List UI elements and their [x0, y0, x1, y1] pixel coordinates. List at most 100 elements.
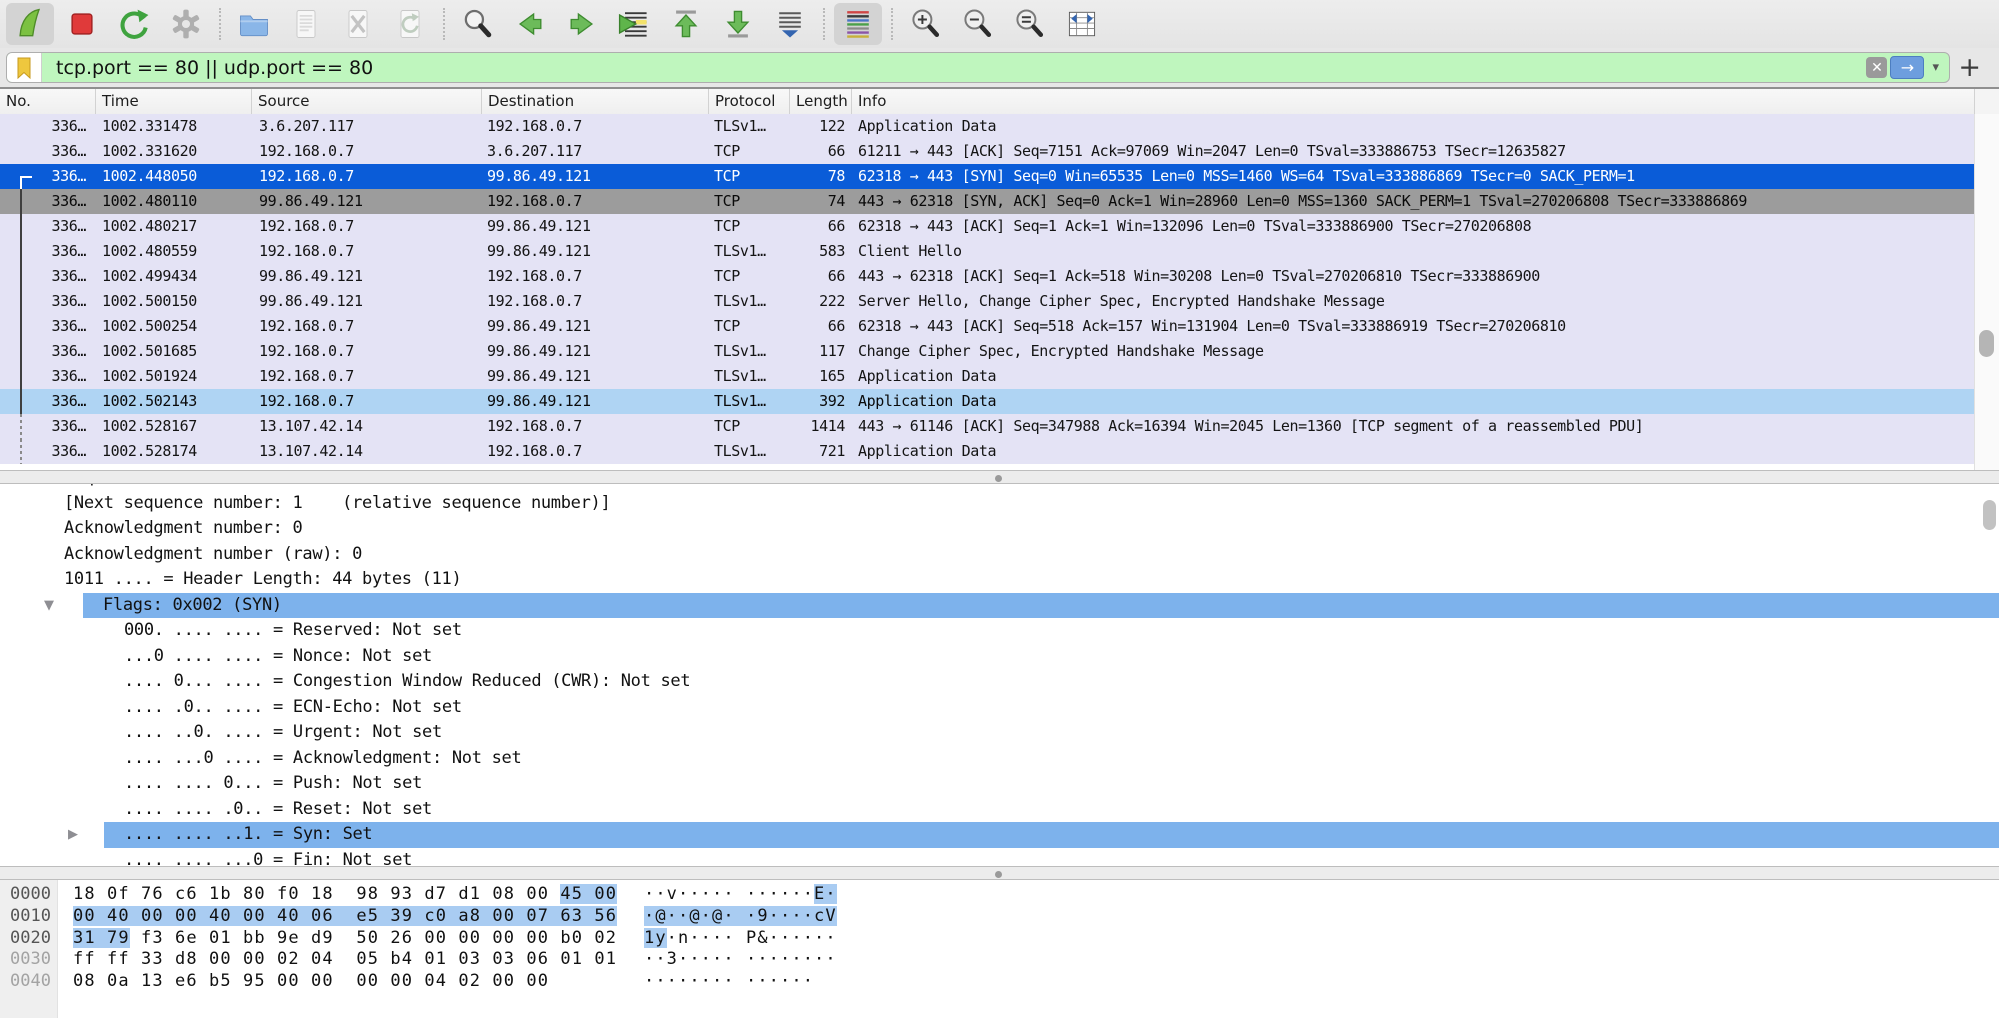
go-to-packet-button[interactable] [610, 3, 658, 45]
detail-text: .... .... .0.. = Reset: Not set [124, 797, 432, 823]
open-file-icon [236, 6, 272, 42]
cell-destination: 3.6.207.117 [482, 139, 709, 164]
cell-protocol: TCP [709, 189, 790, 214]
stop-capture-button[interactable] [58, 3, 106, 45]
cell-info: 62318 → 443 [SYN] Seq=0 Win=65535 Len=0 … [852, 164, 1975, 189]
conversation-bracket [20, 339, 22, 364]
cell-info: Application Data [852, 364, 1975, 389]
column-header-protocol[interactable]: Protocol [709, 89, 790, 114]
reload-file-button[interactable] [386, 3, 434, 45]
detail-text: Acknowledgment number: 0 [64, 516, 302, 542]
bookmark-icon[interactable] [7, 53, 42, 82]
colorize-packets-button[interactable] [834, 3, 882, 45]
detail-line[interactable]: 000. .... .... = Reserved: Not set [0, 618, 1999, 644]
detail-line[interactable]: .... .... ...0 = Fin: Not set [0, 848, 1999, 867]
cell-source: 192.168.0.7 [252, 139, 482, 164]
detail-line[interactable]: .... .... 0... = Push: Not set [0, 771, 1999, 797]
cell-protocol: TCP [709, 264, 790, 289]
toolbar-separator [443, 8, 445, 40]
chevron-down-icon[interactable]: ▼ [44, 593, 54, 619]
find-packet-button[interactable] [454, 3, 502, 45]
ascii-bytes: ··3····· ········ [644, 949, 837, 971]
zoom-out-button[interactable] [954, 3, 1002, 45]
column-header-source[interactable]: Source [252, 89, 482, 114]
conversation-bracket [20, 264, 22, 289]
conversation-bracket [20, 414, 22, 439]
detail-line[interactable]: .... ...0 .... = Acknowledgment: Not set [0, 746, 1999, 772]
bytes-row[interactable]: 004008 0a 13 e6 b5 95 00 00 00 00 04 02 … [0, 971, 1999, 993]
packet-row[interactable]: 336…1002.480217192.168.0.799.86.49.121TC… [0, 214, 1975, 239]
go-last-packet-button[interactable] [714, 3, 762, 45]
packet-row[interactable]: 336…1002.331620192.168.0.73.6.207.117TCP… [0, 139, 1975, 164]
cell-length: 78 [790, 164, 852, 189]
go-first-packet-button[interactable] [662, 3, 710, 45]
detail-line[interactable]: .... .0.. .... = ECN-Echo: Not set [0, 695, 1999, 721]
detail-line[interactable]: ▼Flags: 0x002 (SYN) [0, 593, 1999, 619]
cell-time: 1002.480217 [96, 214, 252, 239]
restart-capture-button[interactable] [110, 3, 158, 45]
go-back-button[interactable] [506, 3, 554, 45]
packet-row[interactable]: 336…1002.52816713.107.42.14192.168.0.7TC… [0, 414, 1975, 439]
detail-line[interactable]: 1011 .... = Header Length: 44 bytes (11) [0, 567, 1999, 593]
detail-line[interactable]: Acknowledgment number: 0 [0, 516, 1999, 542]
detail-line[interactable]: .... ..0. .... = Urgent: Not set [0, 720, 1999, 746]
bytes-row[interactable]: 002031 79 f3 6e 01 bb 9e d9 50 26 00 00 … [0, 928, 1999, 950]
packet-list-scrollbar[interactable] [1974, 114, 1999, 470]
filter-text[interactable]: tcp.port == 80 || udp.port == 80 [42, 57, 1866, 79]
zoom-in-button[interactable] [902, 3, 950, 45]
go-first-packet-icon [668, 6, 704, 42]
detail-line[interactable]: ...0 .... .... = Nonce: Not set [0, 644, 1999, 670]
packet-row[interactable]: 336…1002.52817413.107.42.14192.168.0.7TL… [0, 439, 1975, 464]
packet-row[interactable]: 336…1002.3314783.6.207.117192.168.0.7TLS… [0, 114, 1975, 139]
column-header-length[interactable]: Length [790, 89, 852, 114]
packet-row[interactable]: 336…1002.448050192.168.0.799.86.49.121TC… [0, 164, 1975, 189]
packet-row[interactable]: 336…1002.480559192.168.0.799.86.49.121TL… [0, 239, 1975, 264]
packet-row[interactable]: 336…1002.500254192.168.0.799.86.49.121TC… [0, 314, 1975, 339]
conversation-bracket [20, 289, 22, 314]
bytes-row[interactable]: 000018 0f 76 c6 1b 80 f0 18 98 93 d7 d1 … [0, 884, 1999, 906]
save-file-button[interactable] [282, 3, 330, 45]
detail-line[interactable]: .... .... .0.. = Reset: Not set [0, 797, 1999, 823]
cell-protocol: TCP [709, 314, 790, 339]
open-file-button[interactable] [230, 3, 278, 45]
cell-no: 336… [0, 139, 96, 164]
packet-row[interactable]: 336…1002.49943499.86.49.121192.168.0.7TC… [0, 264, 1975, 289]
details-scrollbar-thumb[interactable] [1983, 500, 1996, 530]
detail-line[interactable]: [Next sequence number: 1 (relative seque… [0, 491, 1999, 517]
zoom-reset-button[interactable] [1006, 3, 1054, 45]
packet-row[interactable]: 336…1002.501685192.168.0.799.86.49.121TL… [0, 339, 1975, 364]
packet-row[interactable]: 336…1002.50015099.86.49.121192.168.0.7TL… [0, 289, 1975, 314]
resize-columns-button[interactable] [1058, 3, 1106, 45]
cell-length: 66 [790, 314, 852, 339]
toolbar-separator [219, 8, 221, 40]
chevron-right-icon[interactable]: ▶ [68, 822, 78, 848]
cell-protocol: TLSv1… [709, 439, 790, 464]
auto-scroll-button[interactable] [766, 3, 814, 45]
packet-list-scrollbar-thumb[interactable] [1979, 330, 1994, 357]
bytes-row[interactable]: 0030ff ff 33 d8 00 00 02 04 05 b4 01 03 … [0, 949, 1999, 971]
start-capture-button[interactable] [6, 3, 54, 45]
display-filter-input[interactable]: tcp.port == 80 || udp.port == 80 ✕ → ▾ [6, 52, 1950, 83]
pane-splitter-1[interactable] [0, 470, 1999, 484]
column-header-time[interactable]: Time [96, 89, 252, 114]
cell-destination: 99.86.49.121 [482, 389, 709, 414]
column-header-destination[interactable]: Destination [482, 89, 709, 114]
add-filter-button[interactable]: + [1958, 52, 1981, 83]
column-header-info[interactable]: Info [852, 89, 1999, 114]
column-header-no[interactable]: No. [0, 89, 96, 114]
packet-row[interactable]: 336…1002.501924192.168.0.799.86.49.121TL… [0, 364, 1975, 389]
close-file-button[interactable] [334, 3, 382, 45]
pane-splitter-2[interactable] [0, 866, 1999, 880]
apply-filter-button[interactable]: → [1890, 56, 1924, 79]
packet-row[interactable]: 336…1002.48011099.86.49.121192.168.0.7TC… [0, 189, 1975, 214]
go-forward-button[interactable] [558, 3, 606, 45]
detail-line[interactable]: Acknowledgment number (raw): 0 [0, 542, 1999, 568]
filter-dropdown-arrow[interactable]: ▾ [1932, 60, 1939, 75]
detail-line[interactable]: .... 0... .... = Congestion Window Reduc… [0, 669, 1999, 695]
bytes-row[interactable]: 001000 40 00 00 40 00 40 06 e5 39 c0 a8 … [0, 906, 1999, 928]
detail-line[interactable]: ▶.... .... ..1. = Syn: Set [0, 822, 1999, 848]
clear-filter-button[interactable]: ✕ [1866, 57, 1887, 78]
packet-row[interactable]: 336…1002.502143192.168.0.799.86.49.121TL… [0, 389, 1975, 414]
capture-options-button[interactable] [162, 3, 210, 45]
cell-protocol: TCP [709, 214, 790, 239]
